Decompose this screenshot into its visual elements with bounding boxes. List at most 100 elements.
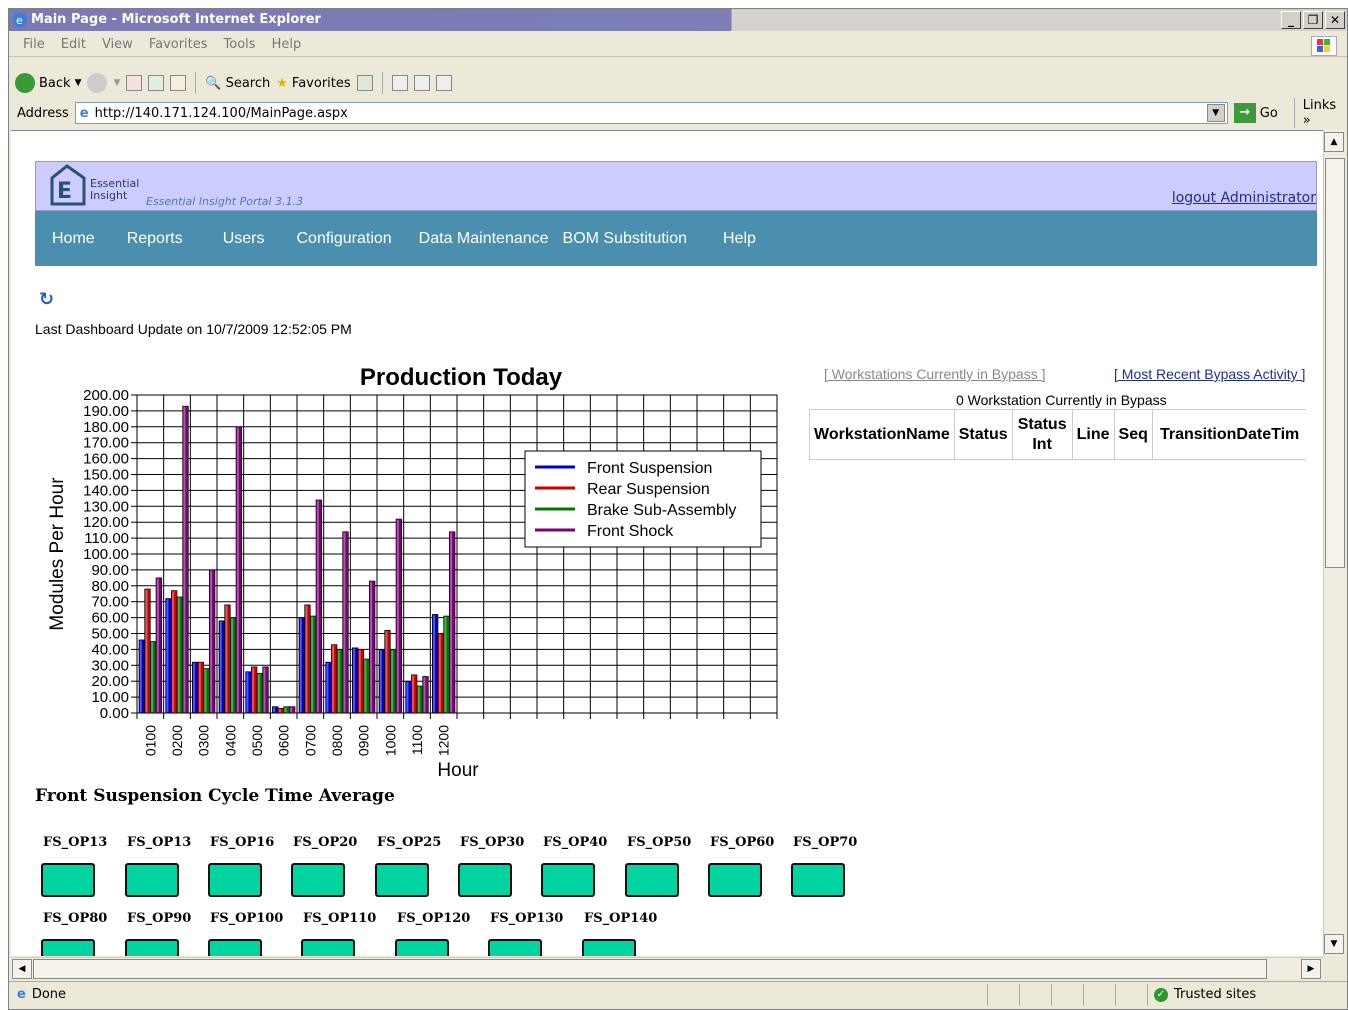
bar-highlight	[353, 648, 356, 713]
x-tick-label: 0200	[169, 725, 185, 756]
x-axis-label: Hour	[437, 760, 479, 781]
op-status-box[interactable]	[41, 939, 95, 956]
chart-title: Production Today	[360, 364, 563, 391]
stop-button[interactable]	[126, 75, 143, 91]
bar-highlight	[396, 519, 399, 713]
bar-highlight	[284, 707, 287, 713]
op-status-box[interactable]	[41, 863, 95, 897]
col-status[interactable]: Status	[953, 409, 1013, 460]
op-label: FS_OP90	[127, 911, 192, 926]
vertical-scrollbar[interactable]: ▲ ▼	[1323, 130, 1345, 956]
op-status-box[interactable]	[375, 863, 429, 897]
bar-highlight	[252, 667, 255, 713]
minimize-button[interactable]: _	[1281, 11, 1301, 29]
table-header-row: WorkstationName Status Status Int Line S…	[809, 409, 1307, 460]
menu-tools[interactable]: Tools	[216, 37, 264, 52]
y-tick-label: 40.00	[91, 641, 129, 658]
op-status-box[interactable]	[125, 939, 179, 956]
menu-help[interactable]: Help	[264, 37, 310, 52]
legend-label: Rear Suspension	[587, 481, 710, 498]
bar-highlight	[278, 709, 281, 713]
bar-highlight	[198, 662, 201, 713]
nav-help[interactable]: Help	[723, 230, 756, 248]
x-tick-label: 0300	[196, 725, 212, 756]
op-status-box[interactable]	[301, 939, 355, 956]
op-label: FS_OP140	[584, 911, 658, 926]
refresh-button[interactable]	[148, 75, 165, 91]
bypass-count-text: 0 Workstation Currently in Bypass	[956, 392, 1167, 408]
bar-highlight	[257, 674, 260, 713]
col-line[interactable]: Line	[1071, 409, 1115, 460]
refresh-dashboard-icon[interactable]: ↻	[39, 289, 59, 311]
bar-highlight	[450, 532, 453, 713]
menu-edit[interactable]: Edit	[53, 37, 94, 52]
horizontal-scrollbar[interactable]: ◀ ▶	[11, 957, 1323, 979]
recent-bypass-activity-link[interactable]: [ Most Recent Bypass Activity ]	[1114, 366, 1305, 382]
col-status-int[interactable]: Status Int	[1011, 409, 1073, 460]
ie-icon: e	[13, 13, 27, 27]
scroll-left-button[interactable]: ◀	[12, 959, 32, 979]
scroll-down-button[interactable]: ▼	[1324, 934, 1344, 954]
nav-configuration[interactable]: Configuration	[297, 230, 392, 248]
y-tick-label: 140.00	[83, 482, 129, 499]
brand-name: Essential Insight	[90, 178, 139, 202]
col-transitiondatetime[interactable]: TransitionDateTim	[1151, 409, 1307, 460]
op-status-box[interactable]	[708, 863, 762, 897]
op-status-box[interactable]	[291, 863, 345, 897]
op-label: FS_OP13	[127, 835, 192, 850]
op-status-box[interactable]	[208, 939, 262, 956]
x-tick-label: 0100	[142, 725, 158, 756]
op-status-box[interactable]	[395, 939, 449, 956]
maximize-button[interactable]: ❐	[1303, 11, 1323, 29]
op-status-box[interactable]	[541, 863, 595, 897]
favorites-button[interactable]: ★ Favorites	[276, 76, 350, 91]
history-button[interactable]	[356, 75, 373, 91]
star-icon: ★	[276, 75, 288, 91]
bar-highlight	[263, 667, 266, 713]
op-status-box[interactable]	[458, 863, 512, 897]
op-status-box[interactable]	[488, 939, 542, 956]
op-status-box[interactable]	[125, 863, 179, 897]
op-status-box[interactable]	[625, 863, 679, 897]
menu-view[interactable]: View	[94, 37, 141, 52]
nav-data-maintenance[interactable]: Data Maintenance	[419, 230, 549, 248]
col-seq[interactable]: Seq	[1113, 409, 1153, 460]
status-cell	[1083, 983, 1115, 1006]
horizontal-scroll-thumb[interactable]	[33, 959, 1267, 979]
home-button[interactable]	[170, 75, 187, 91]
nav-home[interactable]: Home	[52, 230, 95, 248]
y-tick-label: 100.00	[83, 546, 129, 563]
address-dropdown-button[interactable]: ▼	[1206, 104, 1225, 122]
nav-users[interactable]: Users	[223, 230, 265, 248]
op-status-box[interactable]	[791, 863, 845, 897]
bar-highlight	[236, 427, 239, 713]
menu-favorites[interactable]: Favorites	[141, 37, 216, 52]
back-button[interactable]: Back ▼	[15, 73, 81, 93]
logout-link[interactable]: logout Administrator	[1172, 190, 1316, 206]
links-button[interactable]: Links »	[1293, 98, 1347, 128]
workstations-bypass-link[interactable]: [ Workstations Currently in Bypass ]	[824, 366, 1045, 382]
col-workstationname[interactable]: WorkstationName	[809, 409, 955, 460]
op-status-box[interactable]	[208, 863, 262, 897]
scroll-up-button[interactable]: ▲	[1324, 132, 1344, 152]
op-label: FS_OP20	[293, 835, 358, 850]
title-bar: e Main Page - Microsoft Internet Explore…	[9, 9, 1347, 31]
menu-file[interactable]: File	[15, 37, 53, 52]
print-button[interactable]	[413, 75, 430, 91]
mail-button[interactable]	[391, 75, 408, 91]
address-input[interactable]: e http://140.171.124.100/MainPage.aspx ▼	[74, 102, 1228, 124]
trusted-check-icon: ✓	[1154, 987, 1168, 1002]
op-label: FS_OP60	[710, 835, 775, 850]
nav-bom-substitution[interactable]: BOM Substitution	[563, 230, 688, 248]
go-button[interactable]: → Go	[1233, 103, 1278, 123]
forward-button[interactable]	[87, 73, 108, 93]
nav-reports[interactable]: Reports	[127, 230, 183, 248]
op-status-box[interactable]	[582, 939, 636, 956]
vertical-scroll-thumb[interactable]	[1325, 158, 1345, 568]
go-label: Go	[1259, 105, 1278, 121]
x-tick-label: 1100	[409, 725, 425, 755]
scroll-right-button[interactable]: ▶	[1301, 959, 1321, 979]
search-button[interactable]: 🔍 Search	[205, 76, 270, 91]
close-button[interactable]: ✕	[1325, 11, 1345, 29]
edit-button[interactable]	[435, 75, 452, 91]
